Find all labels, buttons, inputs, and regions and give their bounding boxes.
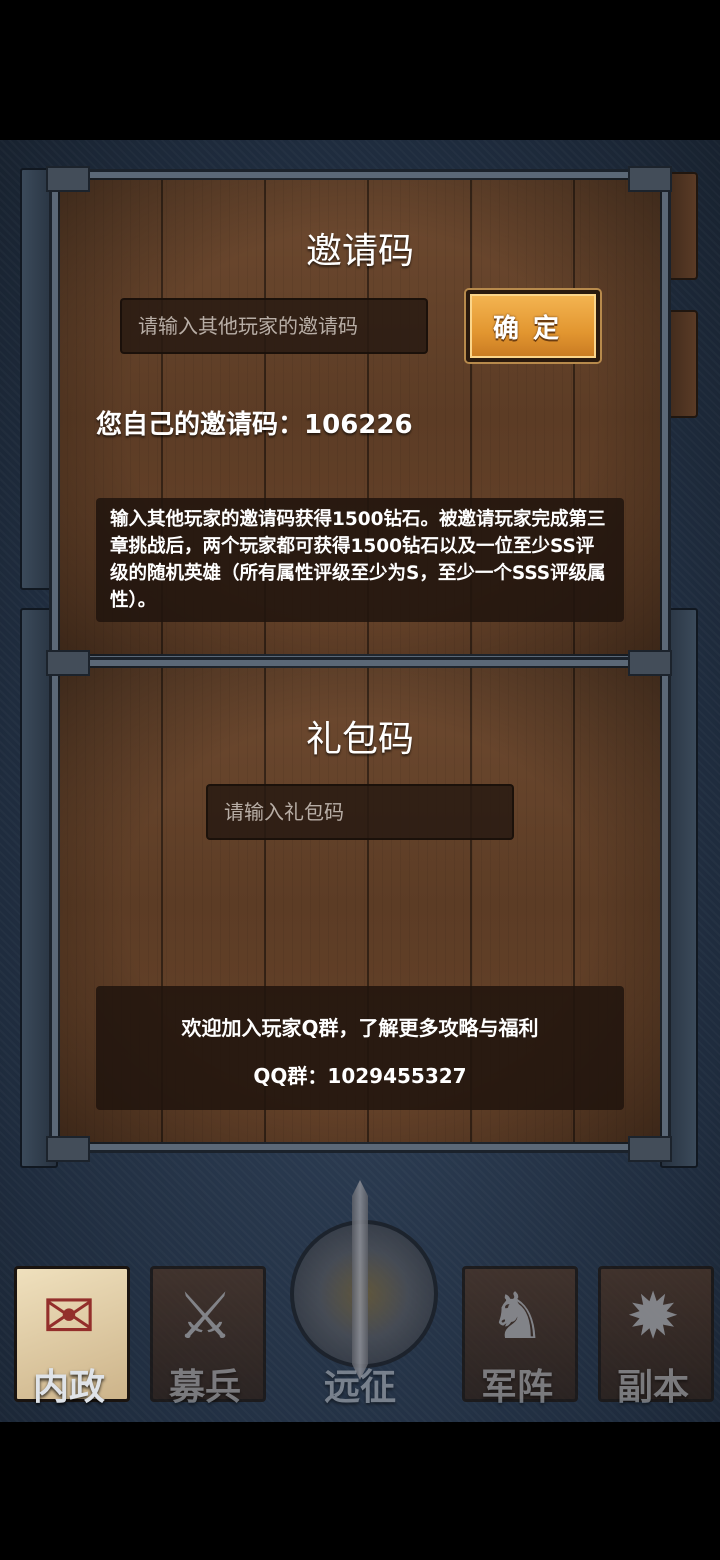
- qq-invite-text: 欢迎加入玩家Q群，了解更多攻略与福利: [181, 1016, 539, 1040]
- sword-emblem-icon: [352, 1180, 368, 1380]
- panel-corner: [628, 1136, 672, 1162]
- qq-group-line[interactable]: QQ群：1029455327: [96, 1060, 624, 1089]
- nav-expedition[interactable]: 远征: [268, 1180, 452, 1420]
- scroll-seal-icon: ✉: [42, 1280, 96, 1354]
- panel-corner: [46, 1136, 90, 1162]
- status-bar-area: [0, 0, 720, 140]
- own-code-value: 106226: [304, 410, 413, 440]
- own-invite-code: 您自己的邀请码：106226: [96, 404, 413, 441]
- nav-label: 募兵: [168, 1367, 241, 1408]
- nav-label: 军阵: [480, 1367, 553, 1408]
- navigation-bar-area: [0, 1422, 720, 1560]
- nav-domestic[interactable]: ✉ 内政: [4, 1236, 134, 1416]
- confirm-button[interactable]: 确定: [466, 290, 600, 362]
- nav-recruit[interactable]: ⚔ 募兵: [140, 1236, 270, 1416]
- panel-corner: [46, 650, 90, 676]
- chess-knight-icon: ♞: [488, 1280, 546, 1354]
- nav-formation[interactable]: ♞ 军阵: [452, 1236, 582, 1416]
- invite-title: 邀请码: [305, 231, 414, 272]
- nav-dungeon[interactable]: ✹ 副本: [588, 1236, 718, 1416]
- nav-label: 远征: [323, 1367, 396, 1408]
- panel-corner: [628, 166, 672, 192]
- gift-code-input[interactable]: [206, 784, 514, 840]
- panel-corner: [628, 650, 672, 676]
- flame-icon: ✹: [626, 1280, 680, 1354]
- nav-label: 副本: [616, 1367, 689, 1408]
- qq-group-label: QQ群：: [253, 1064, 328, 1088]
- invite-code-field[interactable]: [122, 314, 426, 338]
- qq-group-number[interactable]: 1029455327: [327, 1064, 466, 1088]
- qq-group-box: 欢迎加入玩家Q群，了解更多攻略与福利 QQ群：1029455327: [96, 986, 624, 1110]
- gift-code-field[interactable]: [208, 800, 512, 824]
- gift-title: 礼包码: [305, 719, 414, 760]
- panel-corner: [46, 166, 90, 192]
- invite-description: 输入其他玩家的邀请码获得1500钻石。被邀请玩家完成第三章挑战后，两个玩家都可获…: [96, 498, 624, 622]
- nav-label: 内政: [32, 1367, 105, 1408]
- invite-code-input[interactable]: [120, 298, 428, 354]
- soldiers-icon: ⚔: [176, 1280, 234, 1354]
- own-code-label: 您自己的邀请码：: [96, 410, 305, 440]
